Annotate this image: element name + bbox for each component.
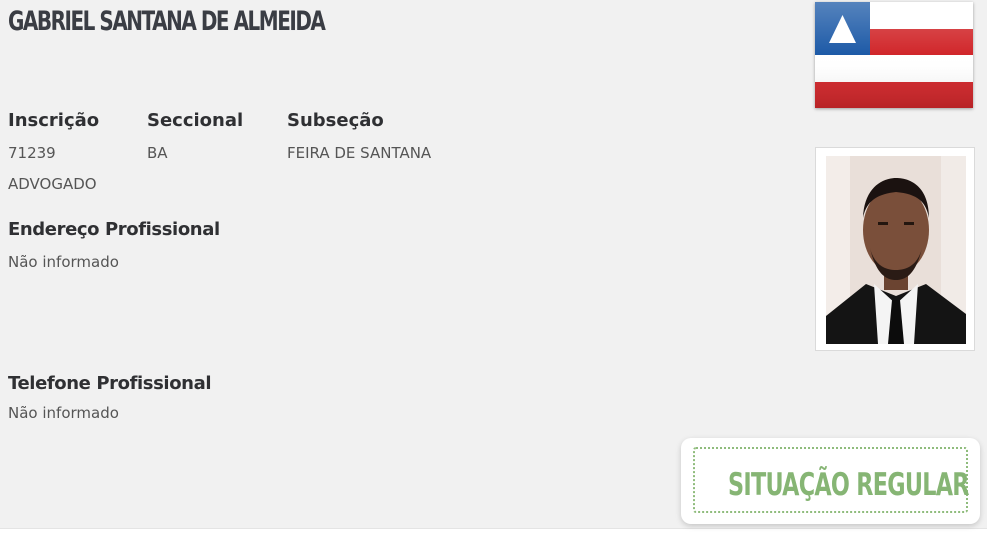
- status-badge-border: SITUAÇÃO REGULAR: [693, 447, 969, 513]
- lawyer-record-card: GABRIEL SANTANA DE ALMEIDA Inscrição 712…: [0, 0, 987, 529]
- lawyer-photo: [815, 147, 975, 351]
- tipo-inscricao: ADVOGADO: [8, 175, 97, 193]
- endereco-value: Não informado: [8, 253, 119, 271]
- seccional-value: BA: [147, 144, 168, 162]
- status-label: SITUAÇÃO REGULAR: [728, 467, 969, 503]
- inscricao-label: Inscrição: [8, 110, 100, 131]
- bahia-state-flag-icon: [815, 2, 973, 108]
- inscricao-value: 71239: [8, 144, 56, 162]
- subsecao-value: FEIRA DE SANTANA: [287, 144, 432, 162]
- telefone-value: Não informado: [8, 404, 119, 422]
- status-badge: SITUAÇÃO REGULAR: [681, 438, 980, 524]
- lawyer-name: GABRIEL SANTANA DE ALMEIDA: [8, 6, 326, 37]
- telefone-label: Telefone Profissional: [8, 373, 212, 394]
- subsecao-label: Subseção: [287, 110, 384, 131]
- endereco-label: Endereço Profissional: [8, 219, 220, 240]
- seccional-label: Seccional: [147, 110, 244, 131]
